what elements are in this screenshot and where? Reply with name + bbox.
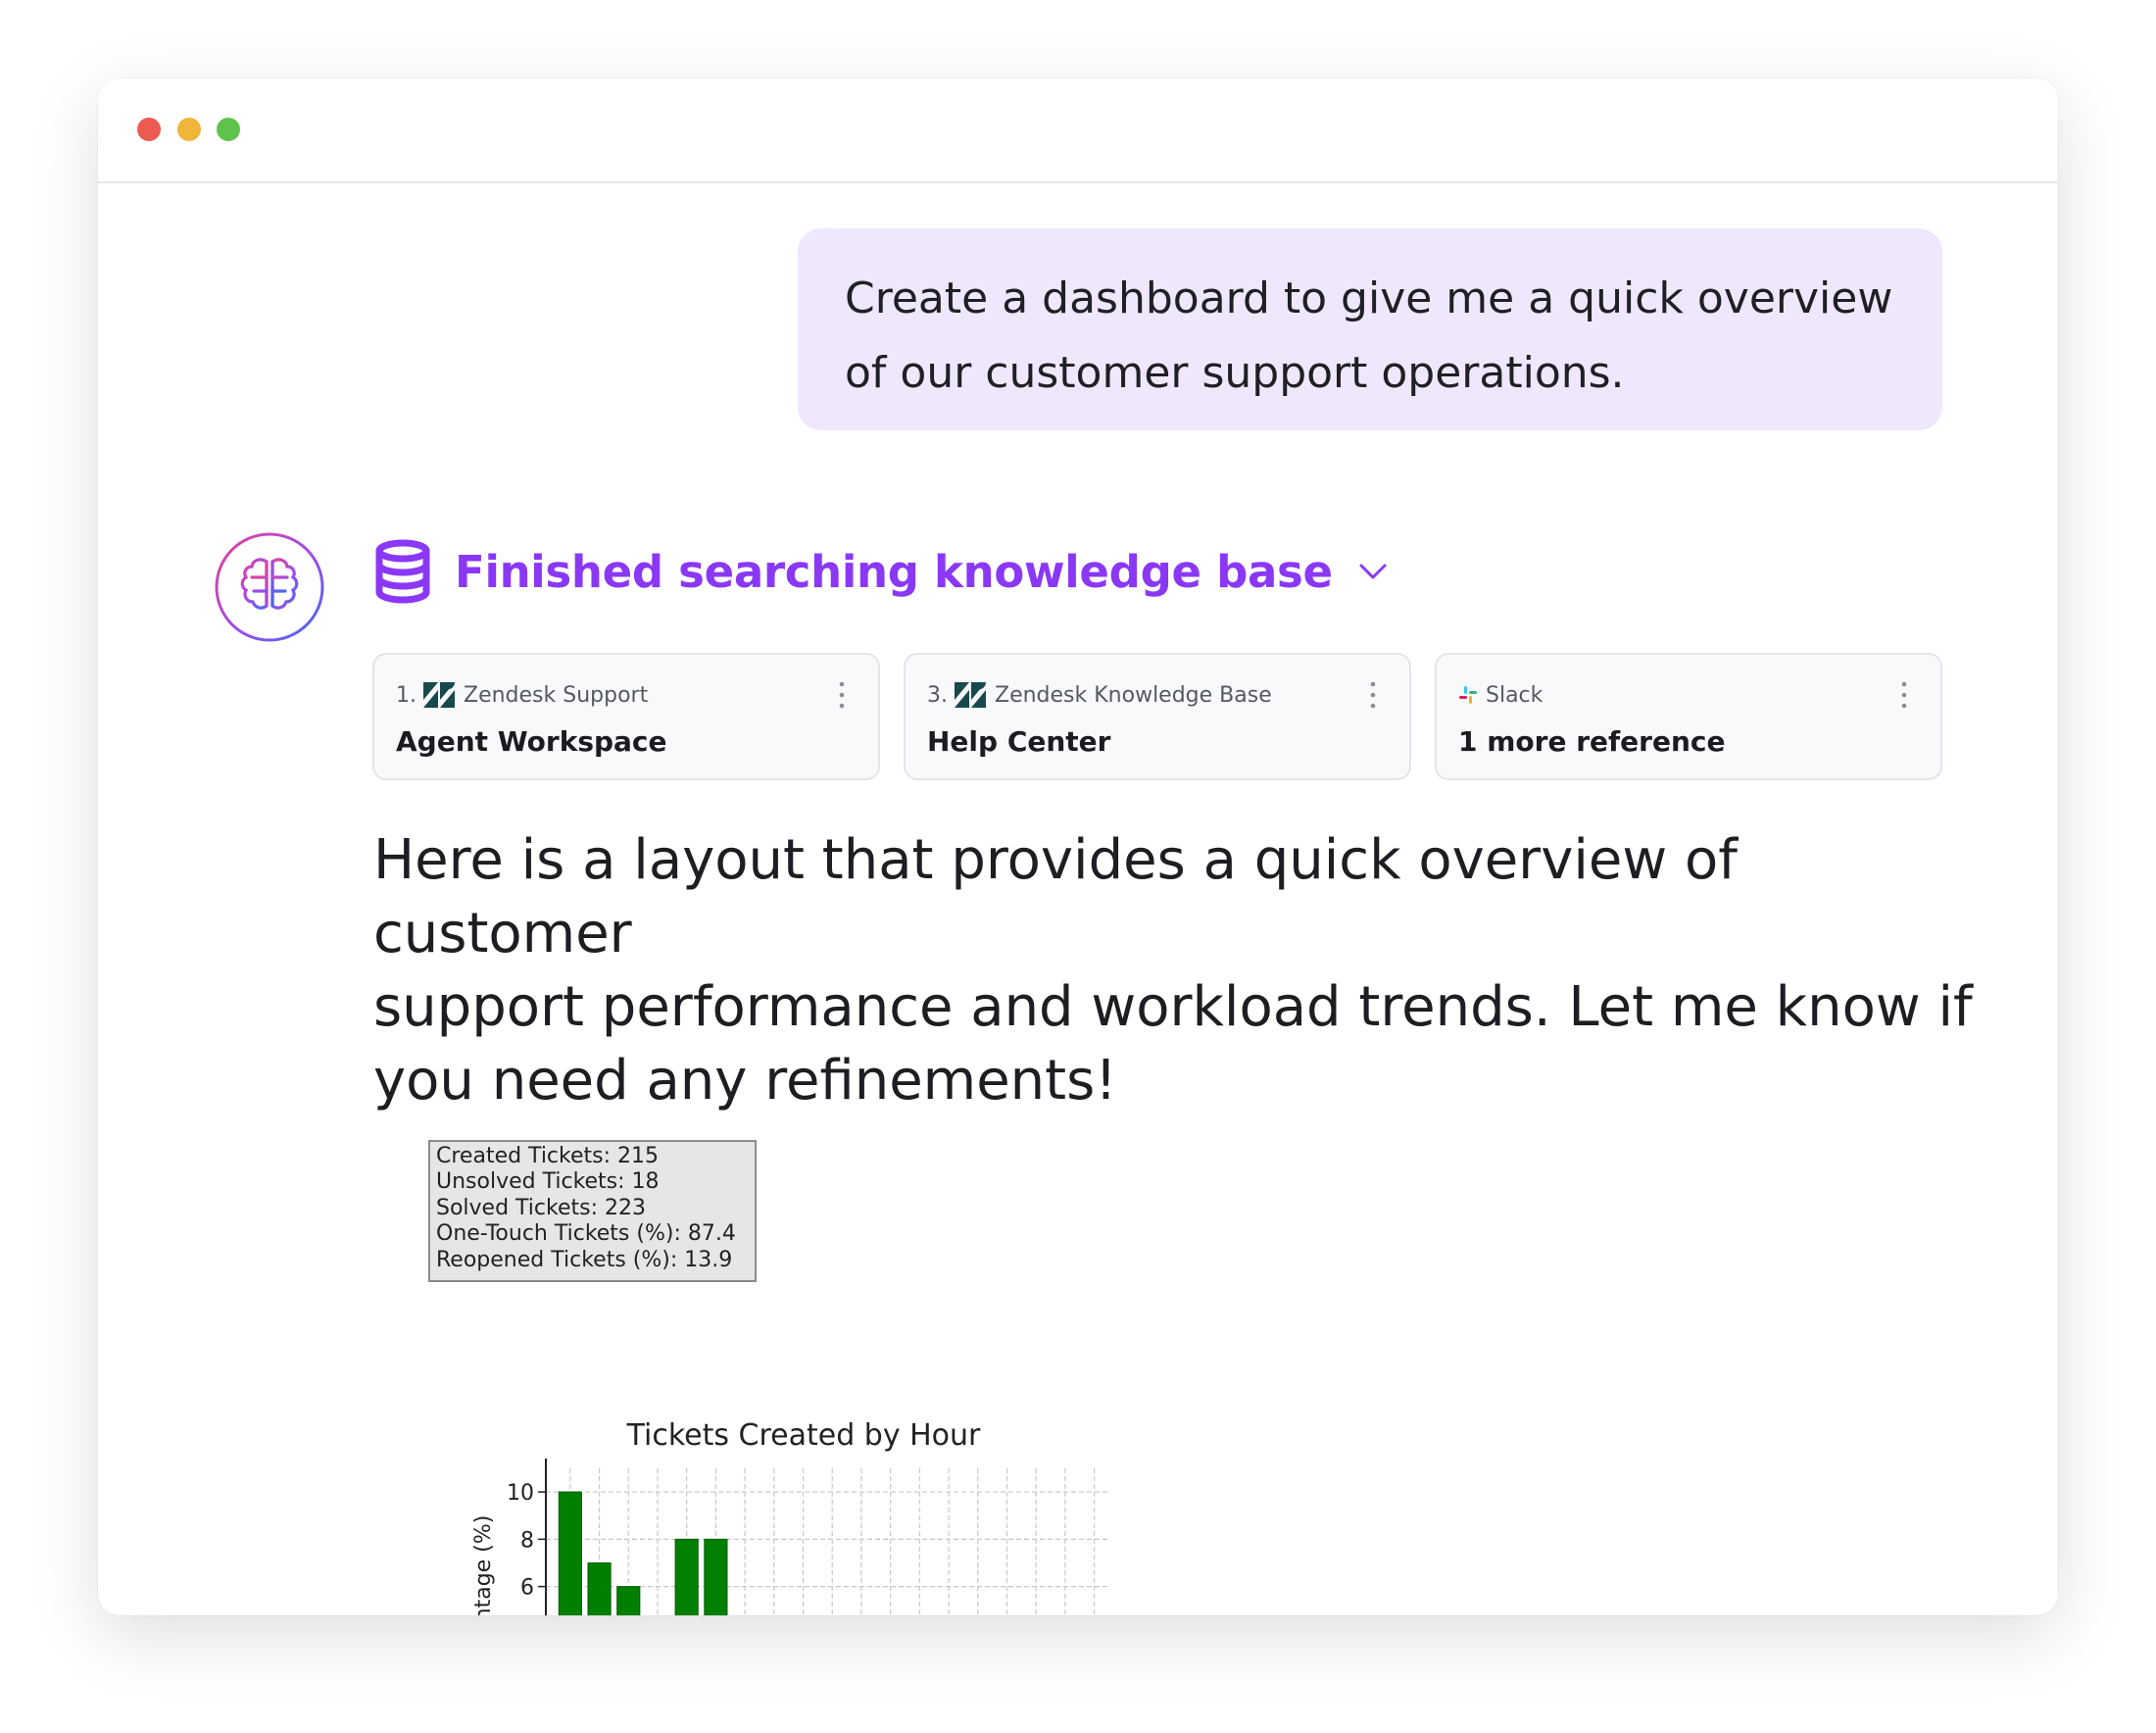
bar <box>674 1538 699 1615</box>
bar <box>704 1538 728 1615</box>
stat-line: Unsolved Tickets: 18 <box>436 1169 660 1195</box>
y-tick-label: 8 <box>520 1528 534 1553</box>
stat-line: Created Tickets: 215 <box>436 1144 660 1168</box>
stats-summary-box: Created Tickets: 215 Unsolved Tickets: 1… <box>428 1140 757 1282</box>
hour-chart: Tickets Created by Hour ntage (%) 6 8 10 <box>363 1323 1256 1615</box>
stat-line: One-Touch Tickets (%): 87.4 <box>436 1221 736 1247</box>
y-axis-label: ntage (%) <box>471 1515 496 1615</box>
app-window: Create a dashboard to give me a quick ov… <box>98 78 2058 1615</box>
day-chart-svg <box>1156 1323 2058 1615</box>
bar <box>616 1586 641 1615</box>
y-tick-label: 10 <box>507 1481 534 1506</box>
dashboard-image: Created Tickets: 215 Unsolved Tickets: 1… <box>98 78 2058 1615</box>
day-chart <box>1156 1323 2058 1615</box>
hour-chart-svg: Tickets Created by Hour ntage (%) 6 8 10 <box>471 1418 1256 1615</box>
chart-title: Tickets Created by Hour <box>626 1418 981 1453</box>
y-tick-label: 6 <box>520 1576 534 1601</box>
stat-line: Reopened Tickets (%): 13.9 <box>436 1247 733 1272</box>
bar <box>558 1491 582 1615</box>
stat-line: Solved Tickets: 223 <box>436 1195 646 1220</box>
bar <box>587 1561 612 1615</box>
